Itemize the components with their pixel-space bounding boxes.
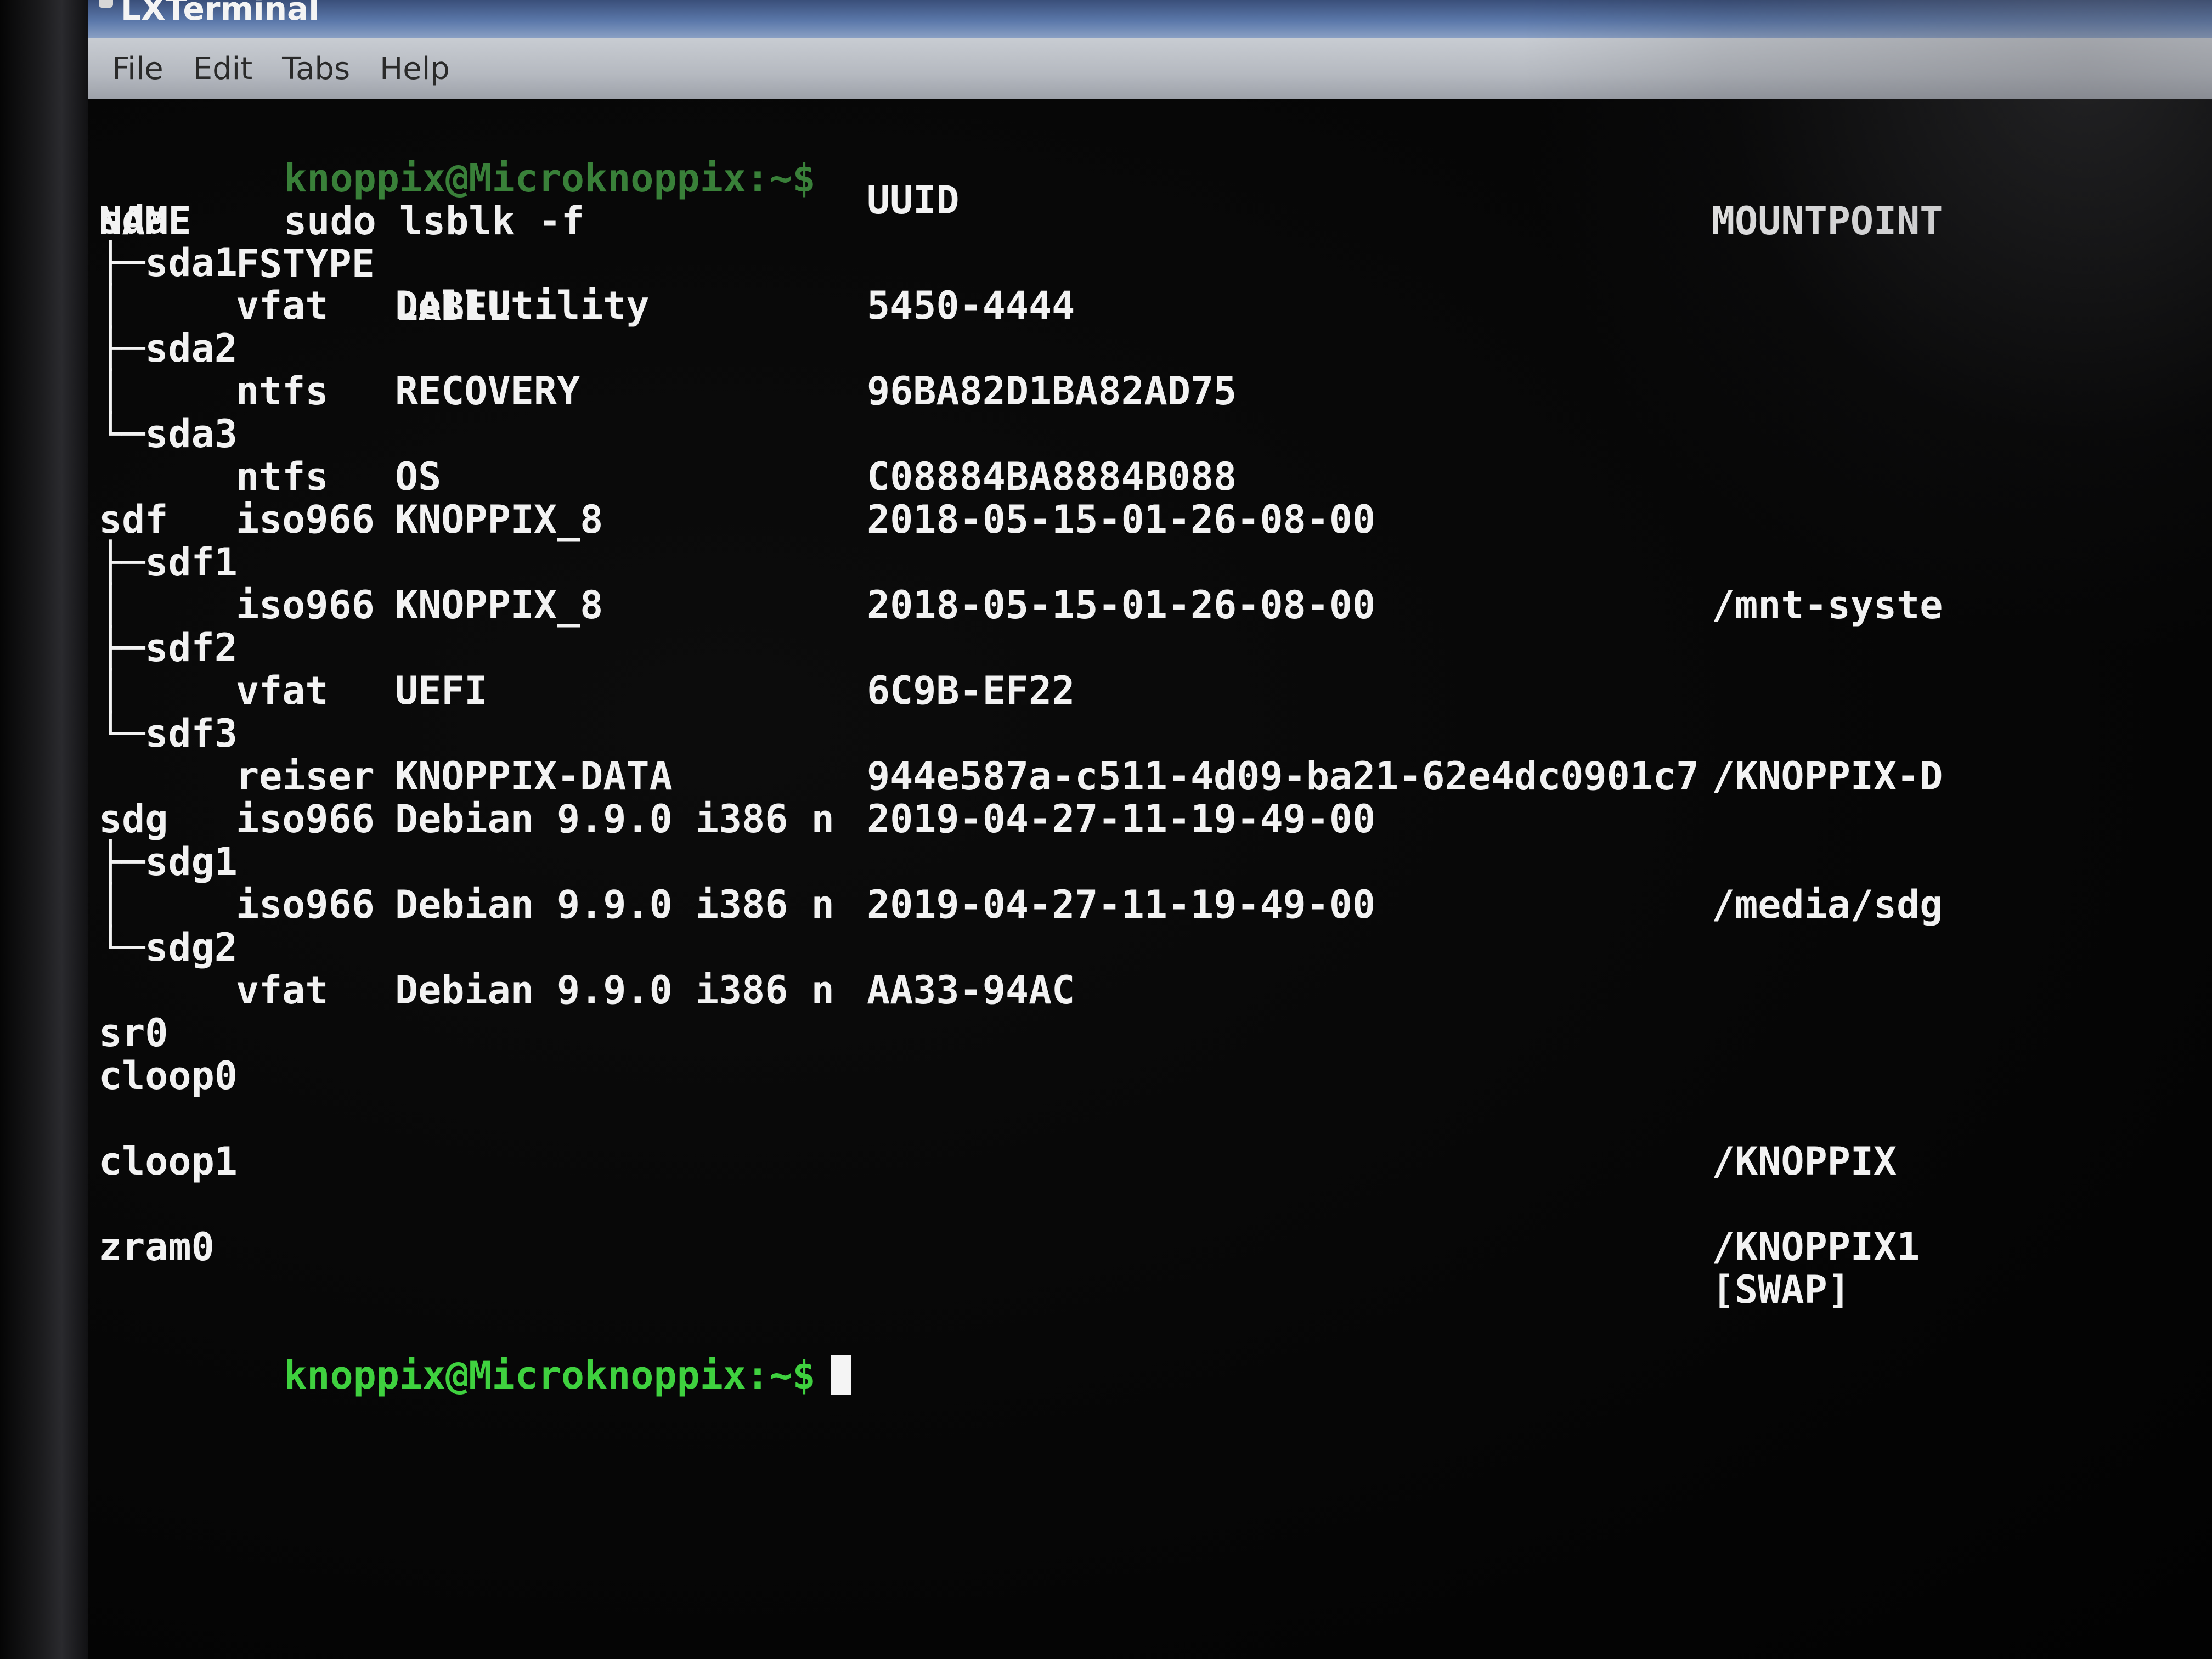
- menu-edit[interactable]: Edit: [193, 51, 252, 87]
- cell-label: OS: [395, 454, 442, 499]
- cell-name: │: [99, 882, 122, 927]
- cell-label: DellUtility: [395, 283, 650, 328]
- table-row: reiser KNOPPIX-DATA 944e587a-c511-4d09-ba2…: [99, 755, 2183, 798]
- cell-name: └─sdg2: [99, 925, 238, 970]
- cell-name: ├─sda1: [99, 240, 238, 285]
- cell-fstype: iso966: [236, 497, 375, 542]
- photo-frame: LXTerminal File Edit Tabs Help knoppix@M…: [0, 0, 2212, 1659]
- cell-label: Debian 9.9.0 i386 n: [395, 968, 834, 1013]
- cell-name: ├─sdf1: [99, 540, 238, 585]
- cell-label: UEFI: [395, 668, 488, 713]
- cell-mountpoint: /KNOPPIX: [1712, 1139, 1897, 1184]
- cell-fstype: vfat: [236, 668, 329, 713]
- cell-fstype: iso966: [236, 583, 375, 628]
- table-row: sda: [99, 199, 2183, 241]
- cell-fstype: vfat: [236, 283, 329, 328]
- cell-uuid: 2019-04-27-11-19-49-00: [867, 797, 1376, 842]
- cell-uuid: 96BA82D1BA82AD75: [867, 369, 1237, 414]
- cell-name: sdg: [99, 797, 168, 842]
- cell-name: zram0: [99, 1224, 215, 1269]
- cell-name: cloop0: [99, 1053, 238, 1098]
- cell-name: │: [99, 369, 122, 414]
- cell-fstype: iso966: [236, 882, 375, 927]
- table-row: ├─sdf2: [99, 627, 2183, 669]
- cell-name: └─sda3: [99, 411, 238, 456]
- cell-name: │: [99, 668, 122, 713]
- table-row: cloop1/KNOPPIX: [99, 1140, 2183, 1183]
- block-cursor: [831, 1355, 852, 1395]
- cell-label: Debian 9.9.0 i386 n: [395, 882, 834, 927]
- table-row: │ vfat DellUtility 5450-4444: [99, 284, 2183, 327]
- cell-uuid: 2018-05-15-01-26-08-00: [867, 497, 1376, 542]
- cell-label: KNOPPIX_8: [395, 583, 603, 628]
- cell-uuid: AA33-94AC: [867, 968, 1075, 1013]
- monitor-bezel: [0, 0, 88, 1659]
- menu-file[interactable]: File: [112, 51, 163, 87]
- table-row: ├─sda1: [99, 241, 2183, 284]
- cell-mountpoint: /KNOPPIX1: [1712, 1224, 1920, 1269]
- table-row: vfat Debian 9.9.0 i386 n AA33-94AC: [99, 969, 2183, 1012]
- cell-fstype: vfat: [236, 968, 329, 1013]
- table-row: └─sdf3: [99, 712, 2183, 755]
- table-row: sdf iso966 KNOPPIX_8 2018-05-15-01-26-08-00: [99, 498, 2183, 541]
- table-row: sdg iso966 Debian 9.9.0 i386 n 2019-04-27-1…: [99, 798, 2183, 840]
- final-prompt: knoppix@Microknoppix:~$: [284, 1353, 816, 1398]
- cell-name: cloop1: [99, 1139, 238, 1184]
- cell-fstype: ntfs: [236, 369, 329, 414]
- table-header: NAME FSTYPE LABEL UUID MOUNTPOINT: [99, 157, 2183, 328]
- table-row: └─sda3: [99, 413, 2183, 455]
- table-row: │ iso966 KNOPPIX_8 2018-05-15-01-26-08-00/m…: [99, 584, 2183, 627]
- cell-label: RECOVERY: [395, 369, 580, 414]
- menu-bar: File Edit Tabs Help: [88, 38, 2212, 99]
- cell-mountpoint: /media/sdg: [1712, 882, 1943, 927]
- cell-name: ├─sdg1: [99, 839, 238, 884]
- table-row: ├─sda2: [99, 327, 2183, 370]
- title-bar[interactable]: LXTerminal: [88, 0, 2212, 38]
- cell-fstype: reiser: [236, 754, 375, 799]
- table-row: [99, 1097, 2183, 1140]
- cell-uuid: 2019-04-27-11-19-49-00: [867, 882, 1376, 927]
- cell-label: KNOPPIX_8: [395, 497, 603, 542]
- cell-name: sdf: [99, 497, 168, 542]
- table-row: │ vfat UEFI 6C9B-EF22: [99, 669, 2183, 712]
- cell-mountpoint: /mnt-syste: [1712, 583, 1943, 628]
- cell-name: ├─sdf2: [99, 625, 238, 670]
- final-prompt-line: knoppix@Microknoppix:~$: [99, 1311, 852, 1440]
- table-row: sr0: [99, 1012, 2183, 1054]
- cell-uuid: 5450-4444: [867, 283, 1075, 328]
- menu-help[interactable]: Help: [380, 51, 450, 87]
- cell-name: └─sdf3: [99, 711, 238, 756]
- cell-label: Debian 9.9.0 i386 n: [395, 797, 834, 842]
- cell-mountpoint: /KNOPPIX-D: [1712, 754, 1943, 799]
- table-row: │ iso966 Debian 9.9.0 i386 n 2019-04-27-11-…: [99, 883, 2183, 926]
- table-row: └─sdg2: [99, 926, 2183, 969]
- cell-mountpoint: [SWAP]: [1712, 1267, 1850, 1312]
- cell-name: ├─sda2: [99, 326, 238, 371]
- table-row: ├─sdg1: [99, 840, 2183, 883]
- cell-uuid: 6C9B-EF22: [867, 668, 1075, 713]
- cell-fstype: iso966: [236, 797, 375, 842]
- menu-tabs[interactable]: Tabs: [282, 51, 350, 87]
- table-row: ├─sdf1: [99, 541, 2183, 584]
- cell-name: │: [99, 583, 122, 628]
- table-row: │ ntfs RECOVERY 96BA82D1BA82AD75: [99, 370, 2183, 413]
- cell-fstype: ntfs: [236, 454, 329, 499]
- terminal-window[interactable]: LXTerminal File Edit Tabs Help knoppix@M…: [88, 0, 2212, 1659]
- cell-label: KNOPPIX-DATA: [395, 754, 673, 799]
- table-row: [SWAP]: [99, 1268, 2183, 1311]
- cell-uuid: C08884BA8884B088: [867, 454, 1237, 499]
- terminal-app-icon: [99, 0, 113, 8]
- table-row: ntfs OS C08884BA8884B088: [99, 455, 2183, 498]
- table-row: [99, 1183, 2183, 1226]
- table-row: zram0/KNOPPIX1: [99, 1226, 2183, 1268]
- cell-name: sda: [99, 198, 168, 242]
- window-title: LXTerminal: [121, 0, 320, 27]
- cell-uuid: 944e587a-c511-4d09-ba21-62e4dc0901c7: [867, 754, 1700, 799]
- cell-uuid: 2018-05-15-01-26-08-00: [867, 583, 1376, 628]
- cell-name: sr0: [99, 1011, 168, 1056]
- table-row: cloop0: [99, 1054, 2183, 1097]
- cell-name: │: [99, 283, 122, 328]
- terminal-output[interactable]: knoppix@Microknoppix:~$ sudo lsblk -f NA…: [88, 99, 2212, 1659]
